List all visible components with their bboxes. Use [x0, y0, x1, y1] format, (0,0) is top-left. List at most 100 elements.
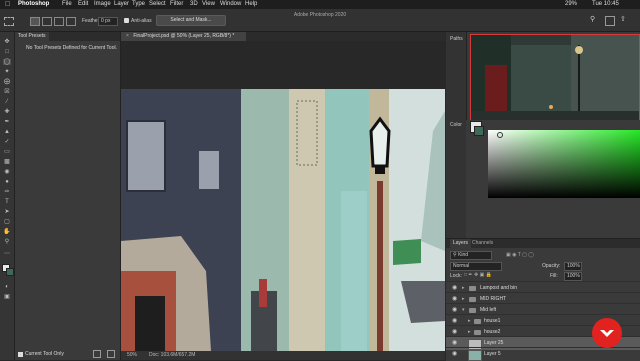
- no-presets-message: No Tool Presets Defined for Current Tool…: [26, 45, 117, 51]
- healing-brush-icon[interactable]: ✚: [3, 109, 11, 115]
- fill-label: Fill:: [550, 273, 558, 279]
- color-bg-swatch[interactable]: [474, 126, 484, 136]
- brush-tool-icon[interactable]: ✒: [3, 119, 11, 125]
- hand-tool-icon[interactable]: ✋: [3, 229, 11, 235]
- close-icon[interactable]: ×: [126, 33, 129, 39]
- opacity-label: Opacity:: [542, 263, 561, 269]
- quick-mask-icon[interactable]: ◐: [3, 284, 11, 290]
- doc-info: Doc: 103.6M/657.2M: [149, 352, 196, 358]
- folder-icon: [474, 319, 481, 324]
- color-picker-cursor[interactable]: [497, 132, 503, 138]
- canvas-area[interactable]: [121, 41, 445, 351]
- lock-label: Lock:: [450, 273, 462, 279]
- zoom-level[interactable]: 50%: [127, 351, 137, 360]
- lasso-tool-icon[interactable]: ◯: [3, 59, 11, 65]
- blend-mode-select[interactable]: Normal: [450, 262, 502, 271]
- tab-tool-presets[interactable]: Tool Presets: [15, 32, 49, 41]
- tools-panel: ✥ □ ◯ ✦ ⨁ ☒ ⁄ ✚ ✒ ▲ ✓ ▭ ▩ ◉ ● ✑ T ➤ ▢ ✋ …: [0, 32, 15, 360]
- share-icon[interactable]: ⇧: [620, 16, 628, 24]
- menu-bar:  Photoshop File Edit Image Layer Type S…: [0, 0, 640, 9]
- options-bar: Adobe Photoshop 2020 Feather: 0 px Anti-…: [0, 9, 640, 32]
- tool-presets-header: Tool Presets: [15, 32, 120, 41]
- current-tool-only-label: Current Tool Only: [25, 351, 64, 357]
- menu-edit[interactable]: Edit: [78, 0, 88, 9]
- layer-thumbnail: [468, 350, 482, 361]
- add-selection-icon[interactable]: [42, 17, 52, 26]
- clone-stamp-icon[interactable]: ▲: [3, 129, 11, 135]
- color-panel-label[interactable]: Color: [450, 122, 462, 128]
- history-brush-icon[interactable]: ✓: [3, 139, 11, 145]
- search-icon[interactable]: ⚲: [590, 16, 598, 24]
- marquee-tool-icon[interactable]: [4, 17, 14, 26]
- pen-tool-icon[interactable]: ✑: [3, 189, 11, 195]
- menu-type[interactable]: Type: [132, 0, 145, 9]
- filter-kind-select[interactable]: ⚲ Kind: [450, 251, 492, 260]
- document-tab[interactable]: × FinalProject.psd @ 50% (Layer 25, RGB/…: [121, 32, 246, 41]
- menu-file[interactable]: File: [62, 0, 72, 9]
- dodge-tool-icon[interactable]: ●: [3, 179, 11, 185]
- navigator-preview: [471, 35, 639, 121]
- zoom-tool-icon[interactable]: ⚲: [3, 239, 11, 245]
- eyedropper-tool-icon[interactable]: ⁄: [3, 99, 11, 105]
- shape-tool-icon[interactable]: ▢: [3, 219, 11, 225]
- clock: Tue 10:45: [592, 1, 619, 7]
- tool-presets-panel: Tool Presets No Tool Presets Defined for…: [15, 32, 121, 360]
- more-tools-icon[interactable]: ⋯: [3, 251, 11, 257]
- lock-icons[interactable]: □ ✒ ✥ ▣ 🔒: [464, 272, 492, 278]
- select-and-mask-button[interactable]: Select and Mask...: [156, 15, 226, 26]
- background-color-swatch[interactable]: [6, 268, 14, 276]
- menu-image[interactable]: Image: [94, 0, 111, 9]
- layers-tabbar: Layers Channels: [446, 239, 640, 248]
- logo-mark: [600, 330, 614, 337]
- artwork-canvas[interactable]: [121, 41, 445, 351]
- feather-input[interactable]: 0 px: [98, 17, 118, 26]
- eraser-tool-icon[interactable]: ▭: [3, 149, 11, 155]
- type-tool-icon[interactable]: T: [3, 199, 11, 205]
- menu-3d[interactable]: 3D: [190, 0, 198, 9]
- menu-select[interactable]: Select: [149, 0, 166, 9]
- current-tool-only-checkbox[interactable]: [18, 352, 23, 357]
- battery-status: 29%: [565, 1, 578, 7]
- app-name[interactable]: Photoshop: [18, 0, 49, 9]
- menu-help[interactable]: Help: [245, 0, 257, 9]
- antialias-checkbox[interactable]: [124, 18, 129, 23]
- opacity-input[interactable]: 100%: [564, 262, 582, 271]
- new-selection-icon[interactable]: [30, 17, 40, 26]
- move-tool-icon[interactable]: ✥: [3, 39, 11, 45]
- document-tab-label: FinalProject.psd @ 50% (Layer 25, RGB/8*…: [133, 33, 235, 39]
- artboard-tool-icon[interactable]: □: [3, 49, 11, 55]
- menu-view[interactable]: View: [202, 0, 215, 9]
- document-window: × FinalProject.psd @ 50% (Layer 25, RGB/…: [121, 32, 445, 360]
- layer-name: Layer 5: [484, 351, 501, 357]
- frame-tool-icon[interactable]: ☒: [3, 89, 11, 95]
- quick-select-tool-icon[interactable]: ✦: [3, 69, 11, 75]
- folder-icon: [469, 308, 476, 313]
- fill-input[interactable]: 100%: [564, 272, 582, 281]
- workspace-icon[interactable]: [605, 16, 615, 26]
- new-preset-icon[interactable]: [93, 350, 101, 358]
- right-panel-dock: Paths Color Layers Channels ⚲ Kind ▣ ◉ T…: [446, 32, 640, 361]
- menu-window[interactable]: Window: [220, 0, 241, 9]
- menu-layer[interactable]: Layer: [114, 0, 129, 9]
- folder-icon: [469, 297, 476, 302]
- navigator-thumbnail[interactable]: [470, 34, 640, 122]
- paths-panel-label[interactable]: Paths: [450, 36, 463, 42]
- subtract-selection-icon[interactable]: [54, 17, 64, 26]
- visibility-eye-icon[interactable]: ◉: [452, 348, 457, 361]
- color-field[interactable]: [488, 130, 640, 198]
- tab-layers[interactable]: Layers: [450, 239, 472, 248]
- tab-channels[interactable]: Channels: [472, 239, 493, 248]
- gradient-tool-icon[interactable]: ▩: [3, 159, 11, 165]
- status-bar: 50% Doc: 103.6M/657.2M: [121, 351, 445, 360]
- path-select-icon[interactable]: ➤: [3, 209, 11, 215]
- screen-mode-icon[interactable]: ▣: [3, 294, 11, 300]
- crop-tool-icon[interactable]: ⨁: [3, 79, 11, 85]
- kind-label: Kind: [458, 252, 469, 258]
- apple-icon[interactable]: : [5, 0, 10, 9]
- intersect-selection-icon[interactable]: [66, 17, 76, 26]
- blur-tool-icon[interactable]: ◉: [3, 169, 11, 175]
- layer-row[interactable]: ◉ Layer 5: [446, 347, 640, 361]
- filter-icons-row[interactable]: ▣ ◉ T ▢ ◯: [506, 252, 534, 258]
- trash-icon[interactable]: [107, 350, 115, 358]
- menu-filter[interactable]: Filter: [170, 0, 183, 9]
